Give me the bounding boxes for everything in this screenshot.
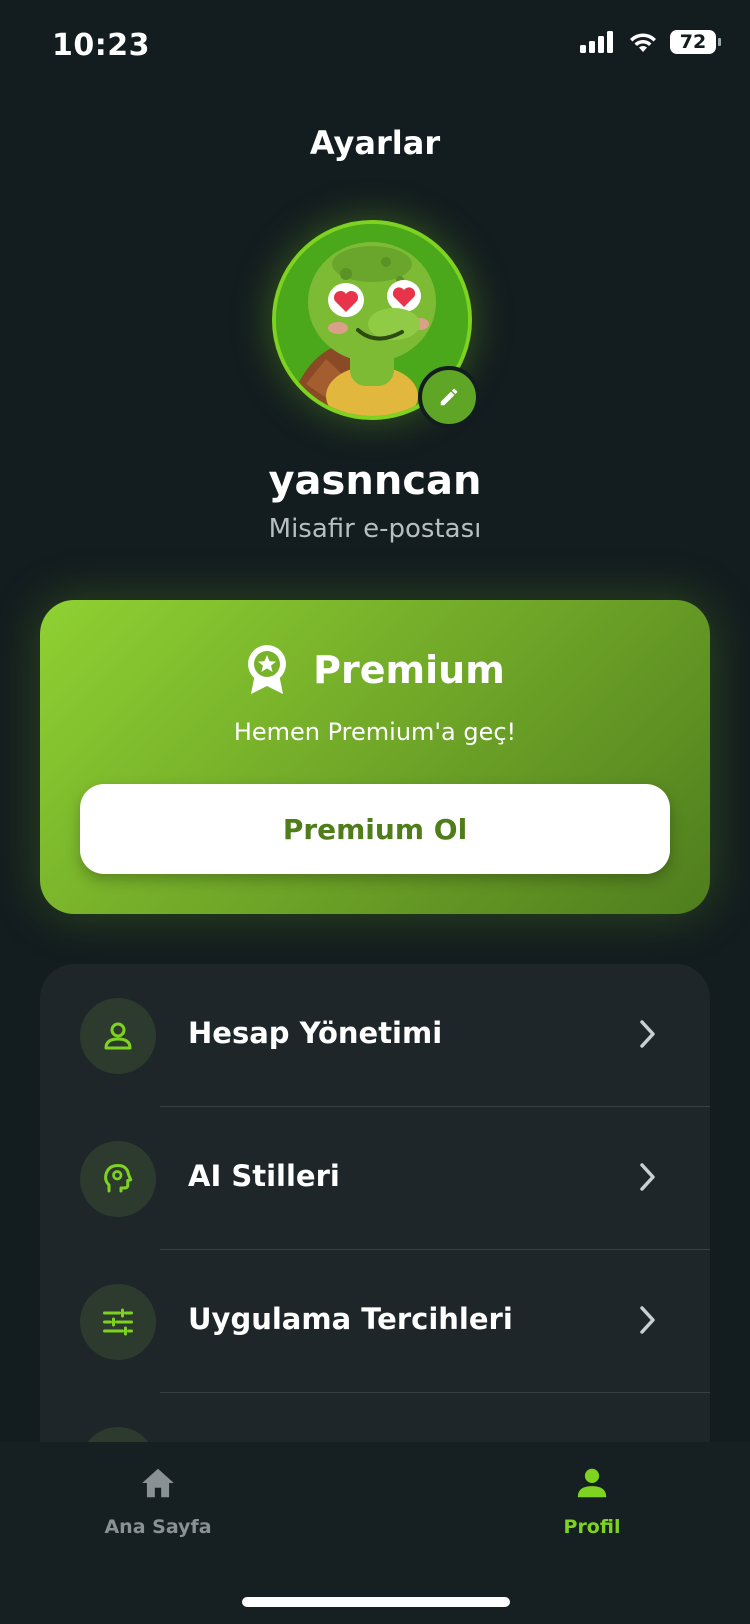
tab-profile[interactable]: Profil xyxy=(492,1464,692,1538)
home-icon xyxy=(142,1468,174,1498)
sliders-icon xyxy=(103,1308,133,1336)
settings-menu: Hesap Yönetimi AI Stilleri Uygulama Terc… xyxy=(40,964,710,1484)
chevron-right-icon xyxy=(640,1163,655,1191)
home-indicator[interactable] xyxy=(242,1597,510,1607)
menu-item-label: Uygulama Tercihleri xyxy=(188,1302,513,1336)
status-icons: 72 xyxy=(580,30,721,54)
chevron-right-icon xyxy=(640,1020,655,1048)
premium-header: Premium xyxy=(40,644,710,696)
wifi-icon xyxy=(630,33,656,52)
menu-item-label: AI Stilleri xyxy=(188,1159,340,1193)
user-email: Misafir e-postası xyxy=(268,514,482,544)
menu-item-ai-styles[interactable]: AI Stilleri xyxy=(40,1107,710,1249)
menu-item-account[interactable]: Hesap Yönetimi xyxy=(40,964,710,1106)
premium-card: Premium Hemen Premium'a geç! Premium Ol xyxy=(40,600,710,914)
menu-item-label: Hesap Yönetimi xyxy=(188,1016,443,1050)
tab-home[interactable]: Ana Sayfa xyxy=(58,1464,258,1538)
edit-avatar-button[interactable] xyxy=(418,366,480,428)
award-badge-icon xyxy=(248,645,287,694)
menu-icon-background xyxy=(80,998,156,1074)
pencil-icon xyxy=(440,388,458,406)
menu-icon-background xyxy=(80,1284,156,1360)
status-bar: 10:23 72 xyxy=(0,0,750,90)
premium-subtitle: Hemen Premium'a geç! xyxy=(233,718,517,746)
status-time: 10:23 xyxy=(52,28,150,63)
signal-icon xyxy=(580,31,613,53)
username: yasnncan xyxy=(268,458,482,504)
profile-icon xyxy=(577,1468,607,1498)
premium-button[interactable]: Premium Ol xyxy=(80,784,670,874)
page-title: Ayarlar xyxy=(309,124,441,162)
person-icon xyxy=(104,1022,132,1050)
battery-level: 72 xyxy=(679,31,707,53)
tab-label: Ana Sayfa xyxy=(104,1516,212,1538)
chevron-right-icon xyxy=(640,1306,655,1334)
menu-icon-background xyxy=(80,1141,156,1217)
menu-item-app-preferences[interactable]: Uygulama Tercihleri xyxy=(40,1250,710,1392)
battery-indicator: 72 xyxy=(670,30,721,54)
tab-label: Profil xyxy=(563,1516,621,1538)
avatar-container[interactable] xyxy=(272,220,480,428)
premium-title: Premium xyxy=(313,648,505,692)
brain-head-icon xyxy=(104,1164,133,1193)
